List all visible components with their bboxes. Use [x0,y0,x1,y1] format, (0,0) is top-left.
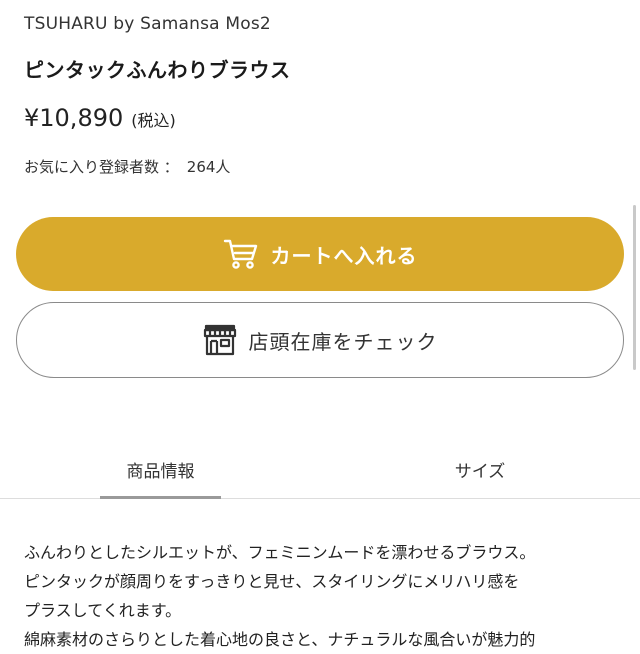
check-store-stock-label: 店頭在庫をチェック [248,329,438,354]
product-tabs: 商品情報 サイズ [0,440,640,499]
storefront-icon [203,324,237,356]
price: ¥10,890 [24,104,124,132]
active-tab-indicator [100,496,221,499]
check-store-stock-button[interactable]: 店頭在庫をチェック [16,302,624,378]
tab-size[interactable]: サイズ [420,440,540,498]
brand-name[interactable]: TSUHARU by Samansa Mos2 [24,14,271,34]
product-title: ピンタックふんわりブラウス [24,58,291,82]
product-description: ふんわりとしたシルエットが、フェミニンムードを漂わせるブラウス。 ピンタックが顔… [24,538,624,654]
price-row: ¥10,890 (税込) [24,104,176,132]
favorite-count: 264人 [186,158,231,176]
tab-size-label: サイズ [454,461,506,482]
favorite-label: お気に入り登録者数 ： [24,158,179,176]
favorite-count-row: お気に入り登録者数 ： 264人 [24,156,230,177]
description-line: ふんわりとしたシルエットが、フェミニンムードを漂わせるブラウス。 [24,543,536,562]
tab-product-info[interactable]: 商品情報 [100,440,221,499]
add-to-cart-label: カートへ入れる [270,243,418,268]
add-to-cart-button[interactable]: カートへ入れる [16,217,624,291]
description-line: プラスしてくれます。 [24,601,182,620]
description-line: ピンタックが顔周りをすっきりと見せ、スタイリングにメリハリ感を [24,572,520,591]
tax-label: (税込) [131,111,176,130]
tab-product-info-label: 商品情報 [126,461,195,482]
scrollbar[interactable] [633,205,636,370]
cart-icon [223,238,259,270]
